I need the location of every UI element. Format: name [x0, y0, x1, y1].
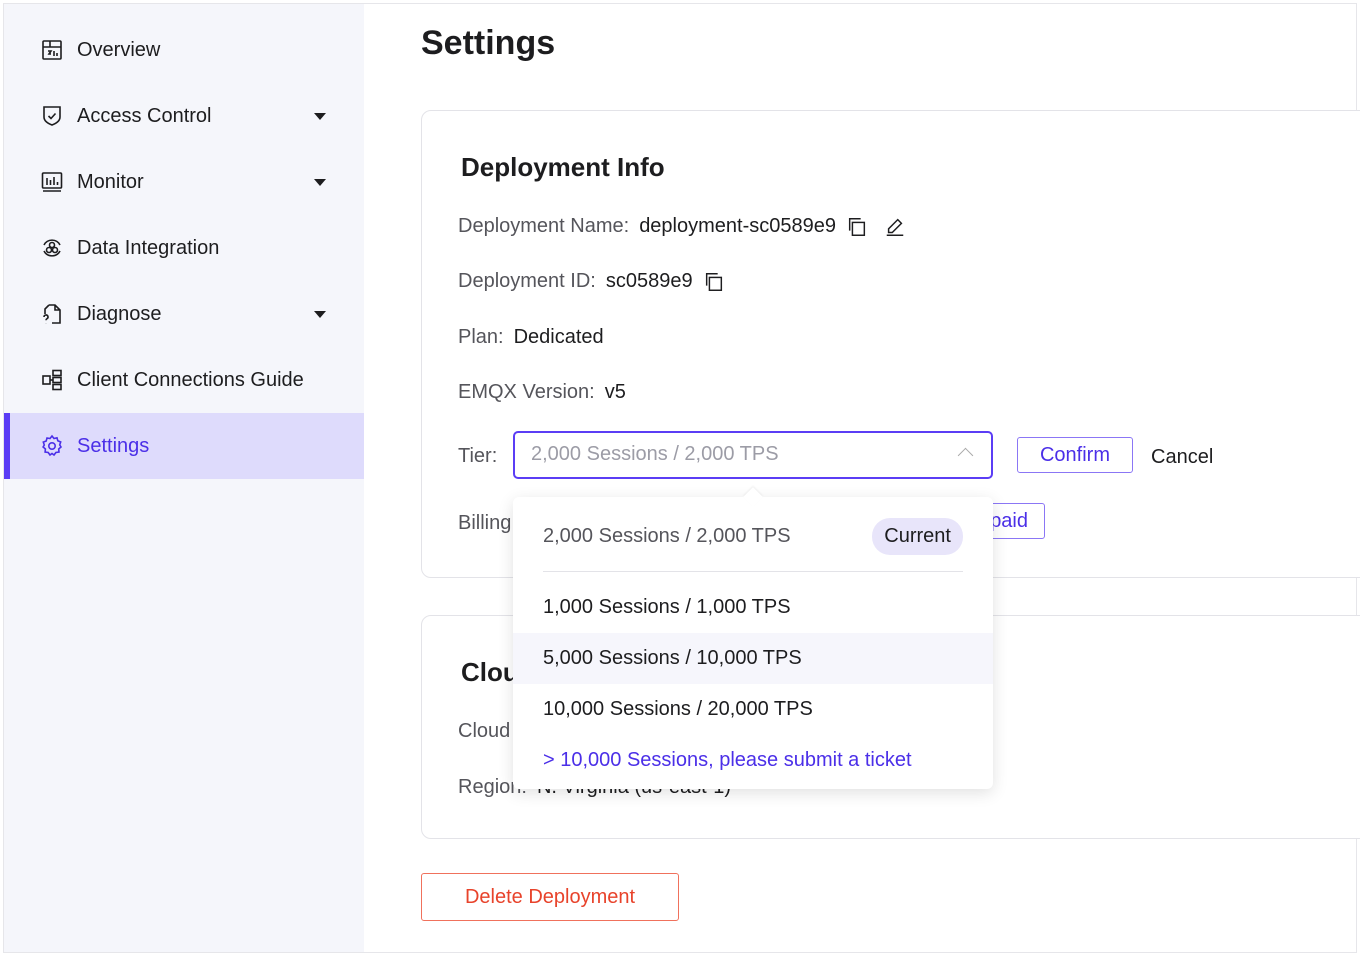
version-row: EMQX Version: v5 [458, 381, 626, 404]
tier-select[interactable]: 2,000 Sessions / 2,000 TPS [513, 431, 993, 479]
billing-row: Billing [458, 512, 511, 535]
sidebar-item-overview[interactable]: Overview [4, 17, 364, 83]
deployment-id-row: Deployment ID: sc0589e9 [458, 270, 725, 293]
field-label: Deployment ID: [458, 270, 596, 292]
copy-icon[interactable] [703, 271, 725, 293]
sidebar-item-monitor[interactable]: Monitor [4, 149, 364, 215]
sidebar-item-client-connections-guide[interactable]: Client Connections Guide [4, 347, 364, 413]
plan-value: Dedicated [513, 326, 604, 348]
tier-option[interactable]: 1,000 Sessions / 1,000 TPS [513, 582, 993, 633]
sidebar-item-label: Client Connections Guide [77, 368, 304, 391]
caret-down-icon [314, 179, 326, 186]
plan-row: Plan: Dedicated [458, 326, 604, 349]
deployment-id-value: sc0589e9 [605, 270, 693, 292]
copy-icon[interactable] [846, 216, 868, 238]
tier-select-placeholder: 2,000 Sessions / 2,000 TPS [531, 443, 779, 465]
sidebar-item-label: Settings [77, 434, 150, 457]
page-title: Settings [421, 24, 556, 62]
submit-ticket-link[interactable]: > 10,000 Sessions, please submit a ticke… [513, 735, 993, 786]
sidebar: Overview Access Control Monitor Data Int… [4, 4, 364, 952]
integration-icon [43, 239, 61, 257]
field-label: Plan: [458, 326, 504, 348]
caret-down-icon [314, 311, 326, 318]
confirm-button[interactable]: Confirm [1017, 437, 1133, 473]
tier-label-row: Tier: [458, 445, 497, 468]
tier-dropdown: 2,000 Sessions / 2,000 TPS Current 1,000… [513, 487, 993, 789]
connections-icon [42, 369, 62, 391]
caret-down-icon [314, 113, 326, 120]
section-title: Clou [461, 657, 519, 687]
dashboard-icon [42, 40, 62, 60]
cancel-button[interactable]: Cancel [1151, 446, 1213, 469]
deployment-name-row: Deployment Name: deployment-sc0589e9 [458, 215, 906, 238]
sidebar-item-label: Diagnose [77, 302, 162, 325]
sidebar-item-label: Data Integration [77, 236, 220, 259]
delete-deployment-button[interactable]: Delete Deployment [421, 873, 679, 921]
gear-icon [42, 434, 63, 457]
sidebar-item-data-integration[interactable]: Data Integration [4, 215, 364, 281]
field-label: Deployment Name: [458, 215, 630, 237]
edit-icon[interactable] [884, 216, 906, 238]
sidebar-item-settings[interactable]: Settings [4, 413, 364, 479]
section-title: Deployment Info [461, 152, 665, 182]
field-label: Cloud [458, 720, 511, 742]
field-label: Tier: [458, 445, 498, 467]
deployment-name-value: deployment-sc0589e9 [639, 215, 836, 237]
cloud-row: Cloud [458, 720, 510, 743]
sidebar-item-diagnose[interactable]: Diagnose [4, 281, 364, 347]
tier-option-current: 2,000 Sessions / 2,000 TPS Current [513, 511, 993, 562]
field-label: EMQX Version: [458, 381, 595, 403]
tier-option-hovered[interactable]: 5,000 Sessions / 10,000 TPS [513, 633, 993, 684]
sidebar-item-label: Access Control [77, 104, 212, 127]
chevron-up-icon [957, 447, 974, 464]
document-question-icon [43, 304, 61, 324]
sidebar-item-access-control[interactable]: Access Control [4, 83, 364, 149]
divider [543, 571, 963, 572]
field-label: Billing [458, 512, 512, 534]
sidebar-item-label: Monitor [77, 170, 144, 193]
option-label: 2,000 Sessions / 2,000 TPS [543, 525, 791, 547]
sidebar-item-label: Overview [77, 38, 161, 61]
current-badge: Current [872, 518, 963, 555]
version-value: v5 [604, 381, 626, 403]
monitor-chart-icon [41, 172, 63, 192]
tier-option[interactable]: 10,000 Sessions / 20,000 TPS [513, 684, 993, 735]
shield-check-icon [43, 106, 61, 126]
